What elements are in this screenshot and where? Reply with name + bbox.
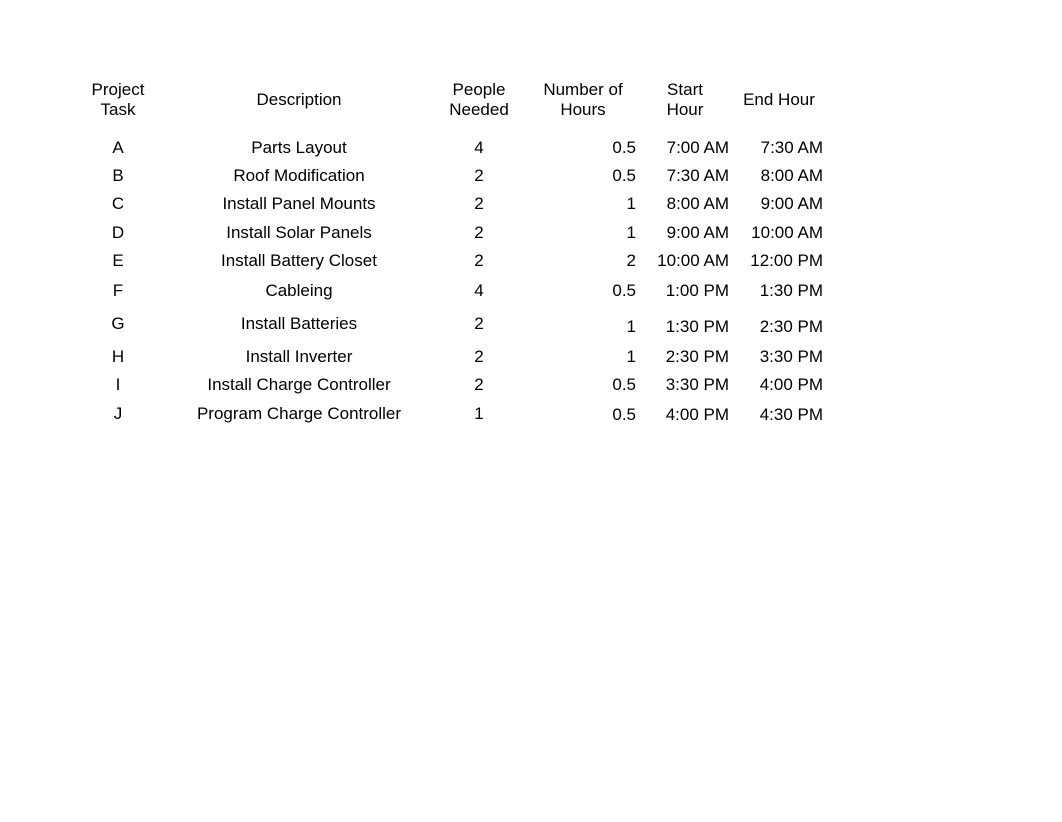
- header-number-of-hours: Number of Hours: [530, 80, 636, 120]
- header-people-line2: Needed: [449, 100, 509, 119]
- cell-end: 9:00 AM: [760, 194, 823, 213]
- header-people-needed: People Needed: [438, 80, 520, 120]
- cell-task: J: [113, 404, 123, 423]
- cell-hours: 1: [626, 347, 636, 366]
- cell-description: Program Charge Controller: [196, 404, 402, 423]
- cell-description: Install Battery Closet: [221, 251, 377, 270]
- cell-people: 2: [474, 223, 484, 242]
- header-start-line1: Start: [667, 80, 703, 99]
- cell-start: 10:00 AM: [657, 251, 729, 270]
- cell-task: D: [111, 223, 125, 242]
- cell-hours: 1: [626, 194, 636, 213]
- header-project-task-line2: Task: [100, 100, 136, 119]
- cell-hours: 0.5: [612, 138, 636, 157]
- cell-hours: 0.5: [612, 281, 636, 300]
- cell-end: 3:30 PM: [759, 347, 823, 366]
- cell-start: 8:00 AM: [666, 194, 729, 213]
- header-hours-line2: Hours: [560, 100, 606, 119]
- cell-people: 2: [474, 251, 484, 270]
- cell-people: 2: [474, 314, 484, 333]
- cell-start: 1:00 PM: [665, 281, 729, 300]
- header-project-task: Project Task: [68, 80, 168, 120]
- schedule-sheet: Project Task Description People Needed N…: [0, 0, 1062, 822]
- cell-end: 8:00 AM: [760, 166, 823, 185]
- cell-end: 10:00 AM: [751, 223, 823, 242]
- cell-task: B: [112, 166, 124, 185]
- cell-task: F: [112, 281, 124, 300]
- header-hours-line1: Number of: [543, 80, 623, 99]
- header-start-hour: Start Hour: [640, 80, 730, 120]
- cell-end: 4:30 PM: [759, 405, 823, 424]
- header-end-hour: End Hour: [733, 90, 825, 110]
- cell-people: 2: [474, 166, 484, 185]
- cell-end: 4:00 PM: [759, 375, 823, 394]
- cell-hours: 1: [626, 317, 636, 336]
- cell-description: Install Inverter: [245, 347, 353, 366]
- cell-description: Roof Modification: [233, 166, 365, 185]
- cell-description: Cableing: [265, 281, 333, 300]
- cell-task: G: [111, 314, 125, 333]
- cell-people: 4: [474, 281, 484, 300]
- cell-start: 9:00 AM: [666, 223, 729, 242]
- cell-start: 1:30 PM: [665, 317, 729, 336]
- header-end-label: End Hour: [743, 90, 815, 109]
- cell-people: 1: [474, 404, 484, 423]
- cell-start: 7:00 AM: [666, 138, 729, 157]
- cell-description: Install Charge Controller: [207, 375, 391, 394]
- cell-description: Install Batteries: [240, 314, 358, 333]
- cell-task: C: [111, 194, 125, 213]
- cell-task: E: [112, 251, 124, 270]
- header-start-line2: Hour: [666, 100, 704, 119]
- cell-start: 4:00 PM: [665, 405, 729, 424]
- cell-start: 7:30 AM: [666, 166, 729, 185]
- header-description-label: Description: [256, 90, 342, 109]
- cell-hours: 2: [626, 251, 636, 270]
- cell-start: 2:30 PM: [665, 347, 729, 366]
- header-project-task-line1: Project: [91, 80, 145, 99]
- cell-people: 2: [474, 347, 484, 366]
- cell-end: 12:00 PM: [750, 251, 823, 270]
- cell-hours: 0.5: [612, 166, 636, 185]
- cell-description: Parts Layout: [251, 138, 347, 157]
- cell-hours: 0.5: [612, 405, 636, 424]
- cell-end: 1:30 PM: [759, 281, 823, 300]
- cell-end: 2:30 PM: [759, 317, 823, 336]
- cell-start: 3:30 PM: [665, 375, 729, 394]
- cell-task: A: [112, 138, 124, 157]
- cell-task: H: [111, 347, 125, 366]
- cell-people: 2: [474, 375, 484, 394]
- cell-task: I: [115, 375, 121, 394]
- cell-hours: 0.5: [612, 375, 636, 394]
- cell-description: Install Panel Mounts: [222, 194, 376, 213]
- header-people-line1: People: [452, 80, 506, 99]
- cell-description: Install Solar Panels: [226, 223, 372, 242]
- cell-end: 7:30 AM: [760, 138, 823, 157]
- header-description: Description: [168, 90, 430, 110]
- cell-people: 2: [474, 194, 484, 213]
- cell-hours: 1: [626, 223, 636, 242]
- cell-people: 4: [474, 138, 484, 157]
